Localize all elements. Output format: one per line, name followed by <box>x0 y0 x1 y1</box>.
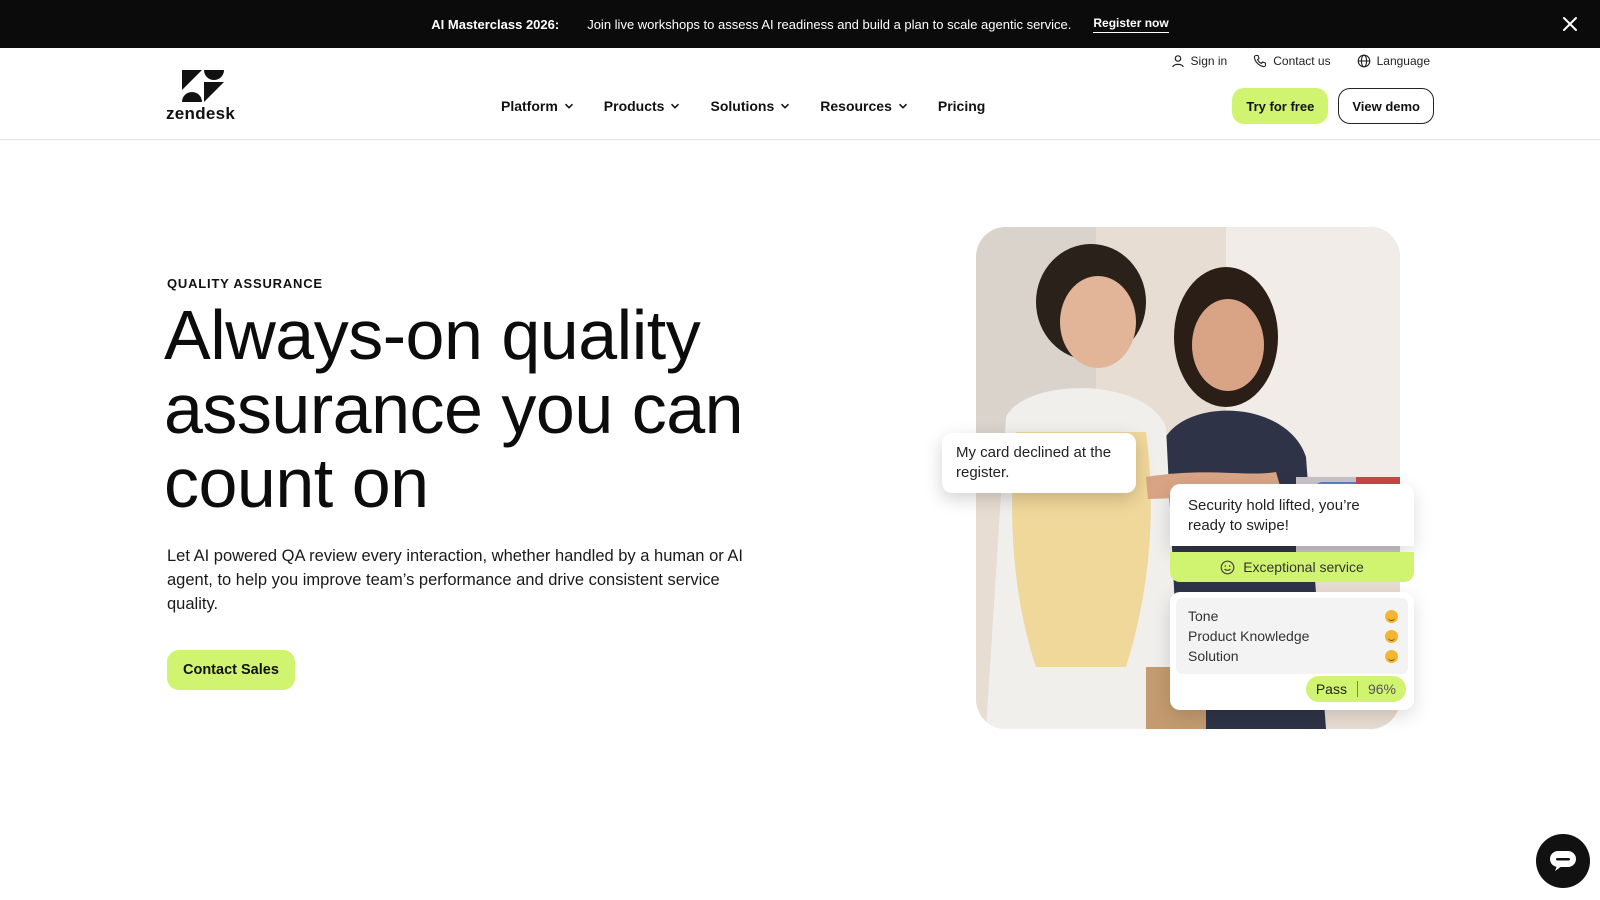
utility-nav: Sign in Contact us Language <box>1171 54 1430 68</box>
close-icon[interactable] <box>1560 14 1580 34</box>
smile-emoji-icon <box>1385 609 1398 623</box>
try-for-free-button[interactable]: Try for free <box>1232 88 1329 124</box>
chat-bubble-icon <box>1550 851 1576 871</box>
language-label: Language <box>1376 54 1430 68</box>
header-actions: Try for free View demo <box>1232 88 1434 124</box>
zendesk-logo-icon <box>182 70 224 102</box>
sign-in-link[interactable]: Sign in <box>1171 54 1228 68</box>
announcement-bar: AI Masterclass 2026: Join live workshops… <box>0 0 1600 48</box>
exceptional-service-tag: Exceptional service <box>1170 552 1414 582</box>
pass-score-pill: Pass 96% <box>1305 676 1406 702</box>
score-row-product-knowledge: Product Knowledge <box>1188 626 1398 646</box>
nav-pricing-label: Pricing <box>937 98 986 114</box>
site-header: zendesk Sign in Contact us Language Plat… <box>0 48 1600 140</box>
logo-wordmark: zendesk <box>166 104 236 123</box>
main-nav: Platform Products Solutions Resources Pr… <box>501 98 985 114</box>
score-percent: 96% <box>1367 681 1396 697</box>
zendesk-logo[interactable]: zendesk <box>166 70 240 124</box>
sign-in-label: Sign in <box>1190 54 1228 68</box>
section-eyebrow: QUALITY ASSURANCE <box>167 276 323 291</box>
contact-us-link[interactable]: Contact us <box>1253 54 1331 68</box>
chevron-down-icon <box>564 103 573 109</box>
view-demo-button[interactable]: View demo <box>1338 88 1434 124</box>
user-icon <box>1171 55 1184 68</box>
promo-text: Join live workshops to assess AI readine… <box>587 16 1072 32</box>
nav-solutions-label: Solutions <box>710 98 775 114</box>
score-label-tone: Tone <box>1188 608 1219 624</box>
nav-products[interactable]: Products <box>604 98 681 114</box>
nav-resources-label: Resources <box>820 98 892 114</box>
globe-icon <box>1357 54 1370 68</box>
agent-reply-bubble: Security hold lifted, you’re ready to sw… <box>1170 484 1414 546</box>
pill-divider <box>1356 681 1358 697</box>
nav-platform[interactable]: Platform <box>501 98 574 114</box>
smile-emoji-icon <box>1385 649 1398 663</box>
chevron-down-icon <box>781 103 790 109</box>
exceptional-service-label: Exceptional service <box>1243 559 1364 575</box>
pass-label: Pass <box>1315 681 1347 697</box>
promo-title: AI Masterclass 2026: <box>431 16 560 32</box>
smile-emoji-icon <box>1385 629 1398 643</box>
smiley-icon <box>1220 560 1235 574</box>
qa-score-card: Tone Product Knowledge Solution Pass 96% <box>1170 592 1414 710</box>
language-selector[interactable]: Language <box>1357 54 1430 68</box>
phone-icon <box>1254 54 1267 68</box>
chevron-down-icon <box>898 103 907 109</box>
nav-solutions[interactable]: Solutions <box>710 98 790 114</box>
nav-resources[interactable]: Resources <box>820 98 908 114</box>
score-label-product-knowledge: Product Knowledge <box>1188 628 1310 644</box>
nav-products-label: Products <box>603 98 665 114</box>
chat-launcher-button[interactable] <box>1536 834 1590 888</box>
customer-message-bubble: My card declined at the register. <box>942 433 1136 493</box>
chevron-down-icon <box>671 103 680 109</box>
score-list: Tone Product Knowledge Solution <box>1176 598 1408 674</box>
hero-description: Let AI powered QA review every interacti… <box>167 547 744 613</box>
nav-platform-label: Platform <box>501 98 558 114</box>
page-title: Always-on quality assurance you can coun… <box>164 296 744 522</box>
score-row-tone: Tone <box>1188 606 1398 626</box>
nav-pricing[interactable]: Pricing <box>938 98 985 114</box>
contact-sales-button[interactable]: Contact Sales <box>167 650 295 690</box>
contact-us-label: Contact us <box>1273 54 1331 68</box>
score-row-solution: Solution <box>1188 646 1398 666</box>
score-label-solution: Solution <box>1188 648 1239 664</box>
register-now-link[interactable]: Register now <box>1093 16 1169 33</box>
